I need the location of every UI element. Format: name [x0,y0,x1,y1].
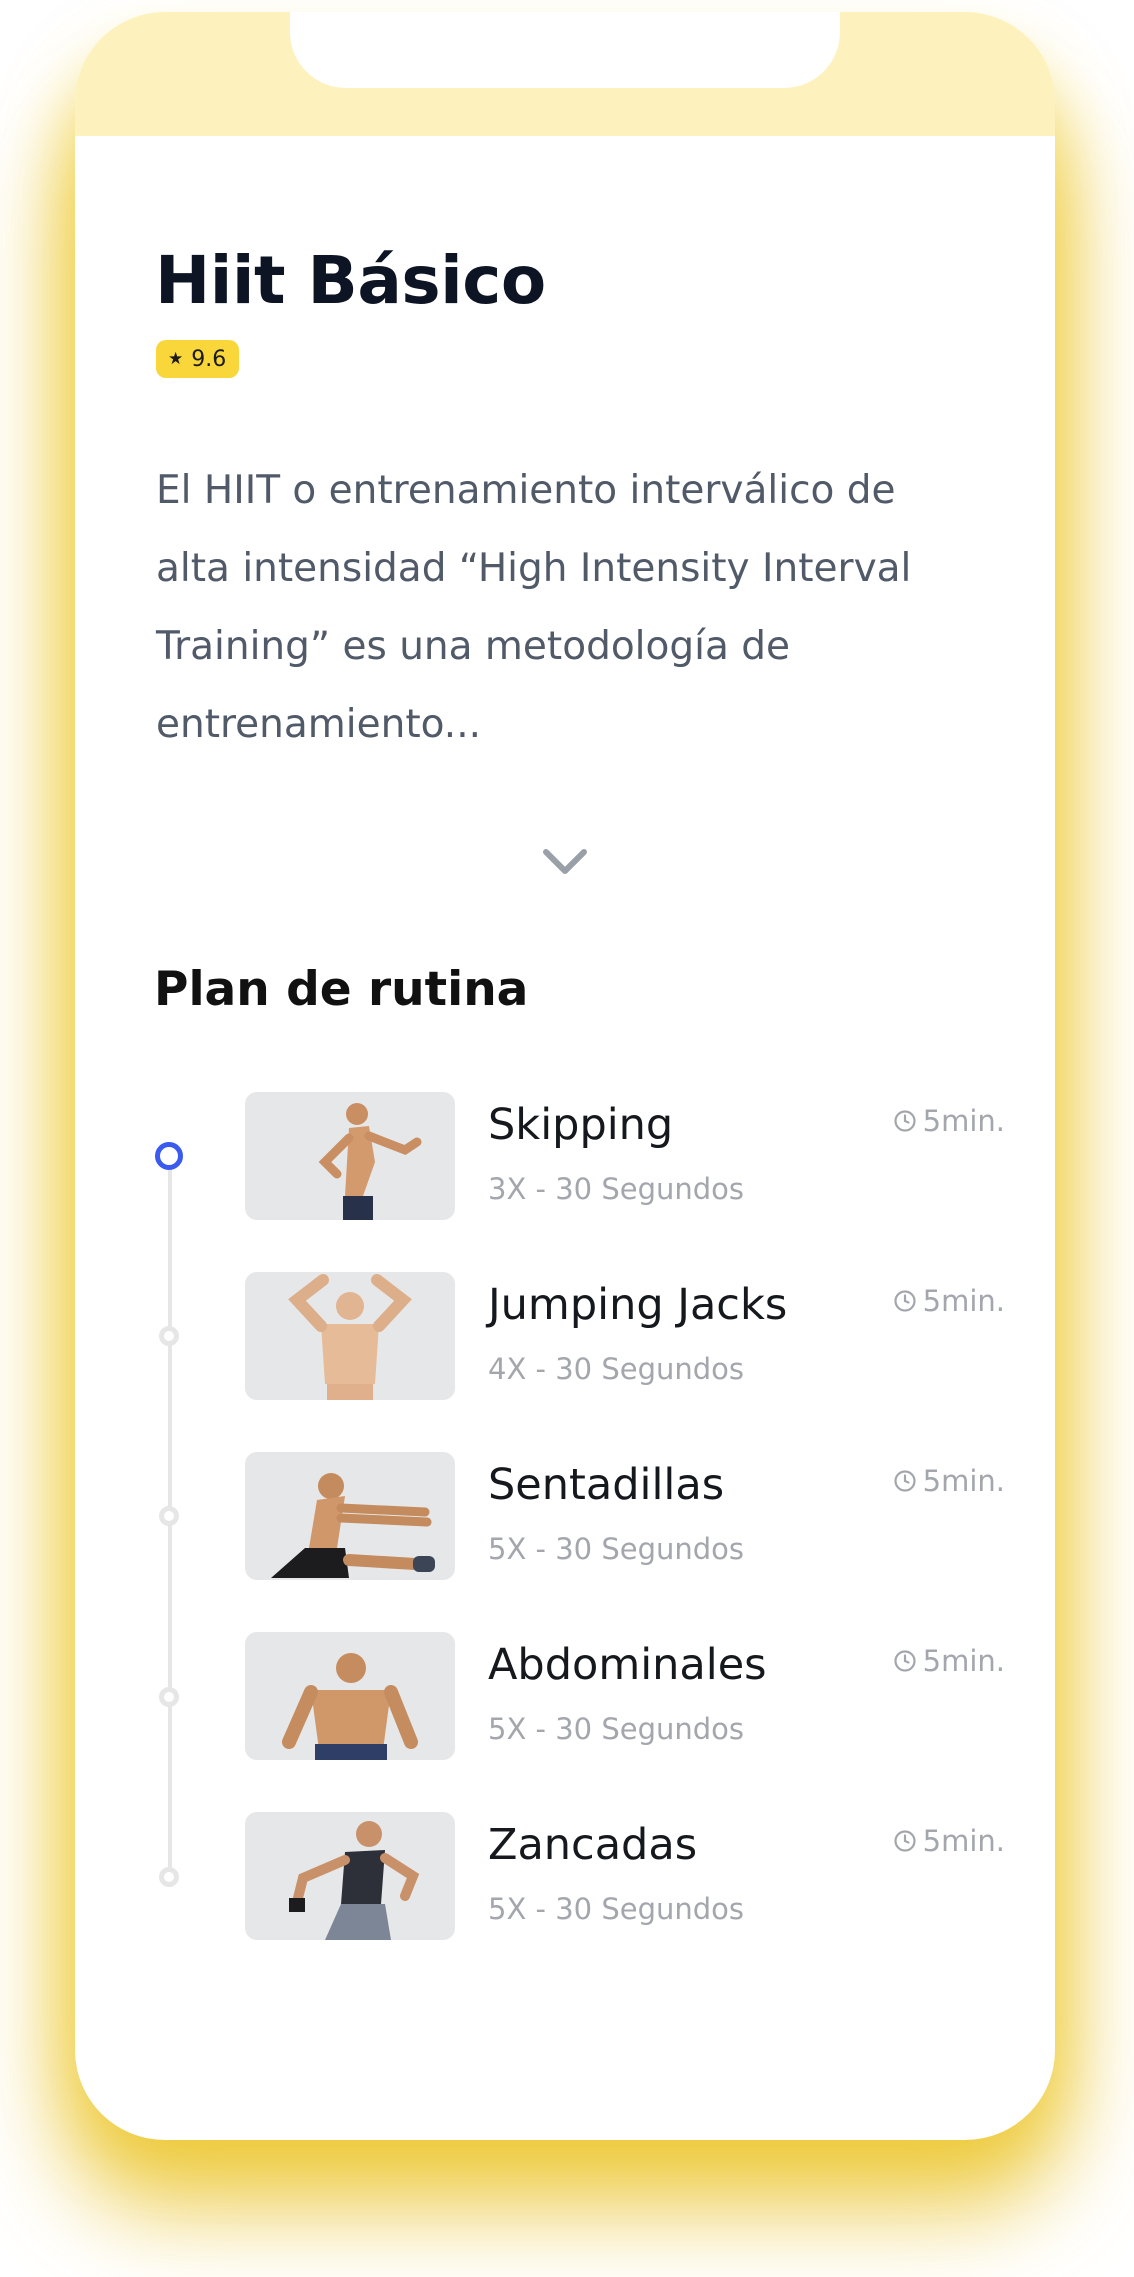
exercise-name: Abdominales [488,1640,767,1690]
chevron-down-icon[interactable] [540,844,590,880]
exercise-sets: 3X - 30 Segundos [488,1172,745,1206]
exercise-item[interactable]: Skipping 3X - 30 Segundos 5min. [245,1092,1005,1220]
exercise-name: Jumping Jacks [488,1280,788,1330]
exercise-name: Sentadillas [488,1460,725,1510]
timeline-dot [159,1506,179,1526]
phone-notch [290,12,840,88]
workout-title: Hiit Básico [155,242,546,319]
duration-label: 5min. [922,1284,1005,1318]
exercise-duration: 5min. [893,1824,1005,1858]
clock-icon [894,1830,916,1852]
timeline-dot [159,1687,179,1707]
exercise-item[interactable]: Sentadillas 5X - 30 Segundos 5min. [245,1452,1005,1580]
exercise-duration: 5min. [893,1104,1005,1138]
timeline-line [168,1167,172,1887]
exercise-thumbnail [245,1812,455,1940]
rating-badge: ★ 9.6 [156,340,240,378]
exercise-name: Zancadas [488,1820,698,1870]
exercise-item[interactable]: Abdominales 5X - 30 Segundos 5min. [245,1632,1005,1760]
exercise-duration: 5min. [893,1644,1005,1678]
workout-description: El HIIT o entrenamiento interválico de a… [156,468,912,747]
exercise-sets: 5X - 30 Segundos [488,1892,745,1926]
duration-label: 5min. [922,1104,1005,1138]
exercise-thumbnail [245,1632,455,1760]
clock-icon [894,1650,916,1672]
clock-icon [894,1110,916,1132]
status-bar-area [75,12,1055,136]
exercise-item[interactable]: Jumping Jacks 4X - 30 Segundos 5min. [245,1272,1005,1400]
star-icon: ★ [168,349,184,369]
exercise-duration: 5min. [893,1464,1005,1498]
timeline-dot [159,1867,179,1887]
exercise-sets: 5X - 30 Segundos [488,1712,745,1746]
exercise-name: Skipping [488,1100,674,1150]
plan-title: Plan de rutina [154,962,529,1017]
timeline-dot-active [155,1142,183,1170]
duration-label: 5min. [922,1644,1005,1678]
duration-label: 5min. [922,1824,1005,1858]
phone-frame: Hiit Básico ★ 9.6 El HIIT o entrenamient… [75,12,1055,2132]
exercise-thumbnail [245,1272,455,1400]
duration-label: 5min. [922,1464,1005,1498]
exercise-thumbnail [245,1452,455,1580]
exercise-duration: 5min. [893,1284,1005,1318]
clock-icon [894,1470,916,1492]
exercise-sets: 5X - 30 Segundos [488,1532,745,1566]
exercise-item[interactable]: Zancadas 5X - 30 Segundos 5min. [245,1812,1005,1940]
rating-value: 9.6 [191,346,227,372]
clock-icon [894,1290,916,1312]
timeline-dot [159,1326,179,1346]
exercise-thumbnail [245,1092,455,1220]
exercise-sets: 4X - 30 Segundos [488,1352,745,1386]
